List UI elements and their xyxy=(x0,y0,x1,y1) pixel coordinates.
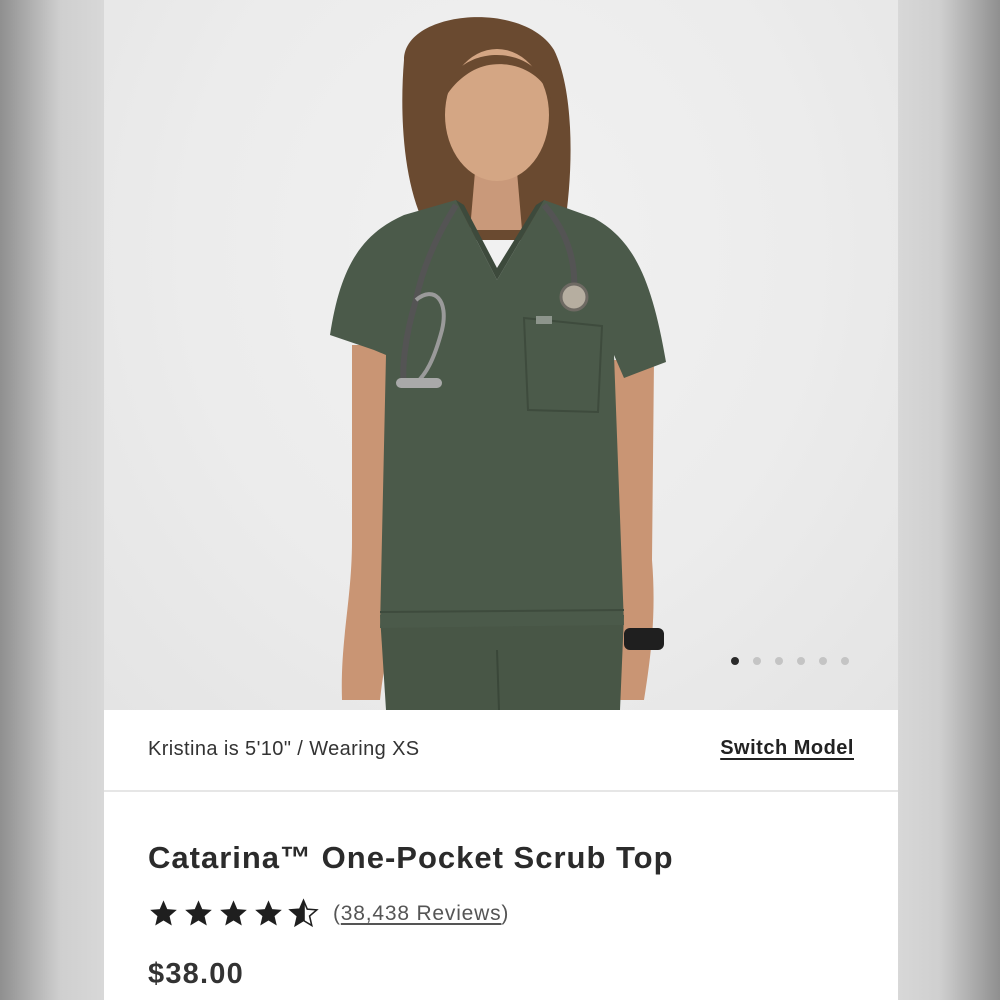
half-star-icon xyxy=(288,898,319,928)
product-price: $38.00 xyxy=(148,958,244,990)
star-rating xyxy=(148,898,319,929)
product-image-gallery[interactable] xyxy=(104,0,898,710)
reviews-open-paren: ( xyxy=(333,901,341,925)
model-info-text: Kristina is 5'10" / Wearing XS xyxy=(148,738,420,760)
star-icon xyxy=(255,900,282,926)
reviews-link[interactable]: 38,438 Reviews xyxy=(341,902,502,925)
reviews-count: (38,438 Reviews) xyxy=(333,902,509,926)
carousel-dot[interactable] xyxy=(819,657,827,665)
star-icon xyxy=(185,900,212,926)
reviews-close-paren: ) xyxy=(501,901,510,925)
carousel-dot[interactable] xyxy=(775,657,783,665)
product-title: Catarina™ One-Pocket Scrub Top xyxy=(148,840,674,875)
carousel-indicators[interactable] xyxy=(731,657,849,665)
product-rating: (38,438 Reviews) xyxy=(148,898,509,929)
carousel-dot[interactable] xyxy=(841,657,849,665)
product-card: Kristina is 5'10" / Wearing XS Switch Mo… xyxy=(104,0,898,1000)
carousel-dot[interactable] xyxy=(731,657,739,665)
product-photo xyxy=(330,17,666,710)
model-info-bar: Kristina is 5'10" / Wearing XS Switch Mo… xyxy=(104,710,898,792)
star-icon xyxy=(220,900,247,926)
carousel-dot[interactable] xyxy=(753,657,761,665)
switch-model-link[interactable]: Switch Model xyxy=(720,737,854,760)
carousel-dot[interactable] xyxy=(797,657,805,665)
star-icon xyxy=(150,900,177,926)
